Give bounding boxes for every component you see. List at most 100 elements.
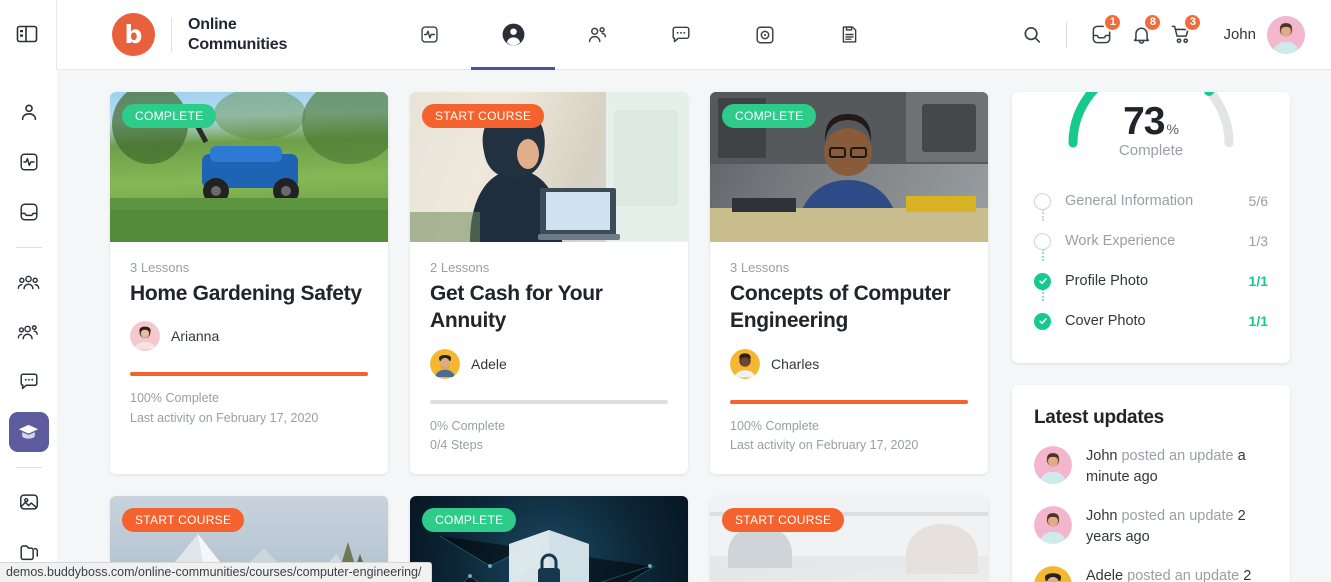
progress-checklist: General Information 5/6 Work Experience … (1012, 165, 1290, 363)
update-user: John (1086, 508, 1118, 525)
list-item[interactable]: Adele posted an update 2 (1034, 566, 1268, 582)
sidebar-item-profile[interactable] (9, 92, 49, 132)
course-title: Concepts of Computer Engineering (730, 282, 951, 333)
inbox-icon[interactable]: 1 (1081, 12, 1123, 55)
sidebar-divider-2 (15, 467, 42, 468)
header-separator (1066, 21, 1068, 48)
update-action: posted an update (1127, 568, 1240, 582)
nav-item-documents[interactable] (807, 0, 891, 70)
right-sidebar: 73% Complete General Information 5/6 Wor… (1012, 92, 1290, 582)
update-text: John posted an update 2 years ago (1086, 506, 1268, 548)
checklist-count: 1/1 (1248, 313, 1268, 329)
update-user: Adele (1086, 568, 1124, 582)
list-item[interactable]: John posted an update a minute ago (1034, 446, 1268, 488)
connector-line (1042, 209, 1044, 221)
course-meta: Last activity on February 17, 2020 (130, 410, 319, 425)
lawn-mower-grass-photo: COMPLETE (110, 92, 388, 242)
sidebar-item-activity[interactable] (9, 142, 49, 182)
nav-item-messages[interactable] (639, 0, 723, 70)
cart-badge: 3 (1183, 12, 1203, 32)
john-avatar (1034, 446, 1072, 484)
course-progress-label: 100% Complete (130, 391, 219, 406)
course-badge: COMPLETE (122, 104, 217, 128)
checklist-label: Work Experience (1065, 233, 1176, 249)
brand-mark-icon: b (112, 13, 155, 56)
checklist-label: Profile Photo (1065, 273, 1149, 289)
bell-icon[interactable]: 8 (1121, 12, 1163, 55)
sidebar-item-courses[interactable] (8, 412, 49, 452)
course-badge: START COURSE (422, 104, 545, 128)
cyber-security-shield-photo: COMPLETE (410, 496, 688, 582)
author-name: Arianna (171, 328, 220, 345)
cart-icon[interactable]: 3 (1161, 12, 1203, 55)
course-title: Home Gardening Safety (130, 282, 362, 305)
circle-outline-icon (1034, 192, 1051, 210)
courses-grid: COMPLETE 3 Lessons Home Gardening Safety (110, 92, 990, 582)
brand-glyph: b (124, 20, 143, 49)
inbox-badge: 1 (1103, 12, 1123, 32)
course-author: Arianna (130, 321, 368, 352)
sidebar-item-members[interactable] (9, 312, 49, 352)
list-item[interactable]: John posted an update 2 years ago (1034, 506, 1268, 548)
author-avatar (130, 321, 160, 352)
progress-widget: 73% Complete General Information 5/6 Wor… (1012, 92, 1290, 363)
check-circle-icon (1034, 272, 1051, 290)
course-progress-fill (730, 399, 968, 404)
course-card[interactable]: START COURSE (710, 496, 988, 582)
bell-badge: 8 (1143, 12, 1163, 32)
course-card[interactable]: COMPLETE 3 Lessons Concepts of Computer … (710, 92, 988, 475)
gauge-label: Complete (1118, 142, 1184, 159)
sidebar-item-photos[interactable] (9, 482, 49, 522)
checklist-count: 5/6 (1248, 193, 1268, 209)
nav-item-notifications[interactable] (723, 0, 807, 70)
course-lessons: 3 Lessons (130, 260, 190, 275)
checklist-item-cover-photo[interactable]: Cover Photo 1/1 (1034, 301, 1268, 341)
sidebar-item-groups[interactable] (9, 262, 49, 302)
sidebar-item-forums[interactable] (9, 362, 49, 402)
connector-line (1042, 249, 1044, 261)
course-badge: START COURSE (722, 508, 845, 533)
brand-line-1: Online (188, 16, 237, 34)
sidebar-item-inbox[interactable] (9, 192, 49, 232)
course-card[interactable]: COMPLETE 3 Lessons Home Gardening Safety (110, 92, 388, 475)
checklist-item-profile-photo[interactable]: Profile Photo 1/1 (1034, 261, 1268, 301)
update-text: Adele posted an update 2 (1086, 566, 1251, 582)
gauge-percent-symbol: % (1166, 121, 1179, 137)
nav-item-profile[interactable] (471, 0, 556, 70)
circle-outline-icon (1034, 232, 1051, 250)
gauge-readout: 73% Complete (1119, 100, 1183, 165)
search-icon[interactable] (1012, 15, 1052, 55)
author-name: Charles (771, 355, 820, 372)
course-meta: Last activity on February 17, 2020 (730, 437, 919, 452)
course-lessons: 2 Lessons (430, 260, 490, 275)
course-author: Adele (430, 348, 668, 379)
header-actions: 1 8 3 John (1012, 12, 1331, 55)
progress-gauge: 73% Complete (1012, 92, 1290, 165)
course-progress-bar (430, 399, 668, 404)
sidebar-divider-1 (15, 247, 42, 248)
checklist-item-general-information[interactable]: General Information 5/6 (1034, 181, 1268, 221)
panel-toggle-icon[interactable] (13, 20, 41, 48)
update-text: John posted an update a minute ago (1086, 446, 1268, 488)
browser-status-bar: demos.buddyboss.com/online-communities/c… (0, 562, 432, 582)
author-avatar (730, 348, 760, 379)
course-badge: START COURSE (122, 508, 245, 533)
brand-logo[interactable]: b Online Communities (112, 13, 287, 56)
top-header: b Online Communities 1 8 3 John (57, 0, 1331, 70)
latest-updates-widget: Latest updates John posted an update a m… (1012, 385, 1290, 582)
checklist-item-work-experience[interactable]: Work Experience 1/3 (1034, 221, 1268, 261)
course-author: Charles (730, 348, 968, 379)
nav-item-activity[interactable] (387, 0, 471, 70)
course-card[interactable]: START COURSE 2 Lessons Get Cash for Your… (410, 92, 688, 475)
technician-repair-photo: COMPLETE (710, 92, 988, 242)
update-time: 2 (1243, 568, 1252, 582)
john-avatar (1034, 506, 1072, 545)
avatar[interactable] (1267, 15, 1305, 54)
header-user-name[interactable]: John (1223, 26, 1256, 43)
course-card[interactable]: COMPLETE (410, 496, 688, 582)
brand-title: Online Communities (188, 15, 287, 53)
course-title: Get Cash for Your Annuity (430, 282, 603, 333)
update-action: posted an update (1121, 508, 1234, 525)
nav-item-members[interactable] (555, 0, 639, 70)
course-progress-bar (730, 399, 968, 404)
